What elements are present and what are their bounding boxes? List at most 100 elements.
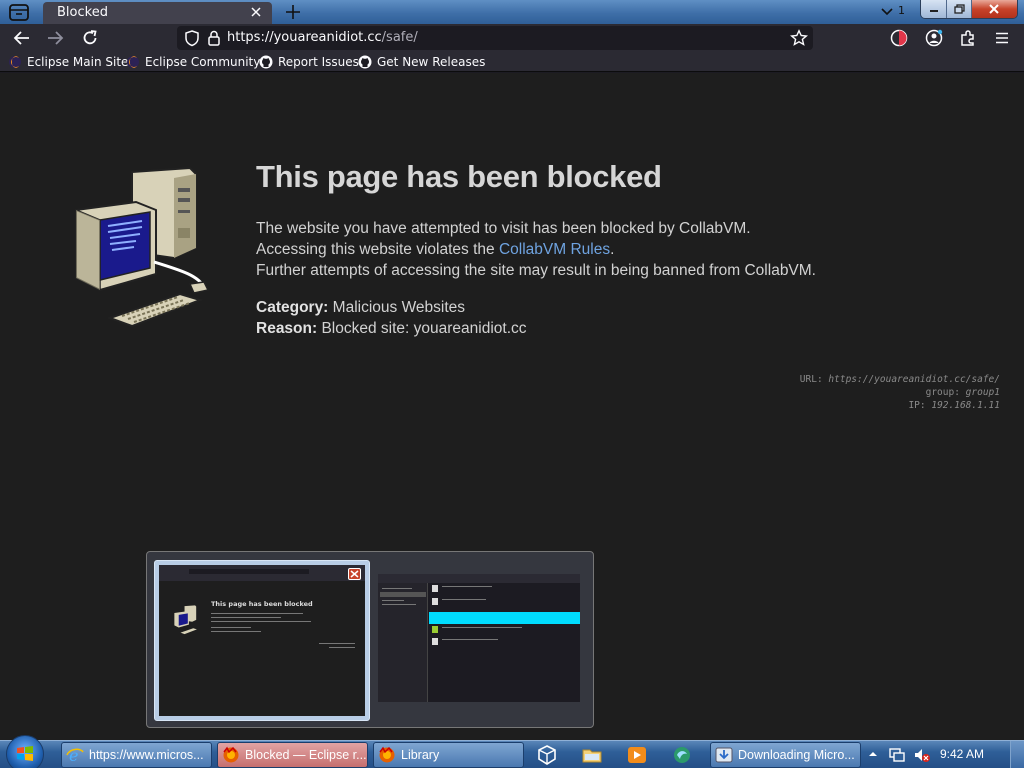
category-value: Malicious Websites bbox=[332, 299, 466, 316]
maximize-button[interactable] bbox=[947, 0, 972, 18]
minimize-button[interactable] bbox=[921, 0, 948, 18]
show-desktop-button[interactable] bbox=[1010, 741, 1024, 768]
forward-icon[interactable] bbox=[46, 29, 64, 47]
extension-badge-icon[interactable] bbox=[890, 29, 908, 47]
task-label: Downloading Micro... bbox=[738, 748, 855, 762]
minimize-icon bbox=[929, 10, 938, 12]
window-controls bbox=[920, 0, 1018, 19]
meta-ip-label: IP: bbox=[908, 400, 926, 411]
bookmarks-toolbar: Eclipse Main Site Eclipse Community Repo… bbox=[0, 52, 1024, 72]
close-tab-icon[interactable] bbox=[250, 5, 262, 19]
url-text: https://youareanidiot.cc/safe/ bbox=[227, 30, 418, 45]
firefox-icon bbox=[379, 746, 395, 763]
reload-icon[interactable] bbox=[81, 29, 99, 47]
volume-muted-icon[interactable] bbox=[913, 747, 931, 763]
list-all-tabs-button[interactable]: 1 bbox=[878, 4, 908, 19]
url-host: https://youareanidiot.cc bbox=[227, 30, 382, 45]
windows-logo-icon bbox=[17, 746, 33, 761]
download-icon bbox=[715, 747, 733, 763]
thumbnail-text-line bbox=[319, 643, 355, 644]
tab-title: Blocked bbox=[57, 5, 108, 20]
tab-blocked[interactable]: Blocked bbox=[43, 2, 272, 24]
reason-label: Reason: bbox=[256, 320, 318, 337]
task-internet-explorer[interactable]: e https://www.micros... bbox=[61, 742, 212, 768]
task-library[interactable]: Library bbox=[373, 742, 524, 768]
tab-strip: Blocked 1 bbox=[0, 0, 1024, 24]
thumbnail-library-window[interactable] bbox=[378, 574, 580, 702]
back-icon[interactable] bbox=[13, 29, 31, 47]
meta-group: group: group1 bbox=[926, 387, 1000, 398]
taskbar: e https://www.micros... Blocked — Eclips… bbox=[0, 735, 1024, 768]
thumbnail-preview: This page has been blocked bbox=[159, 565, 365, 716]
thumbnail-file-icon bbox=[432, 638, 438, 645]
extensions-icon[interactable] bbox=[959, 29, 977, 47]
thumbnail-text-line bbox=[442, 586, 492, 587]
category-label: Category: bbox=[256, 299, 329, 316]
thumbnail-browser-window[interactable]: This page has been blocked bbox=[154, 560, 370, 721]
bookmark-report-issues[interactable]: Report Issues bbox=[259, 53, 359, 71]
explorer-folder-icon[interactable] bbox=[581, 744, 603, 766]
bookmark-get-new-releases[interactable]: Get New Releases bbox=[358, 53, 485, 71]
messenger-icon[interactable] bbox=[671, 744, 693, 766]
meta-group-label: group: bbox=[925, 387, 960, 398]
meta-group-value: group1 bbox=[965, 387, 1000, 398]
taskbar-clock[interactable]: 9:42 AM bbox=[940, 747, 984, 761]
eclipse-icon bbox=[9, 56, 21, 68]
virtualbox-icon[interactable] bbox=[536, 744, 558, 766]
meta-url: URL: https://youareanidiot.cc/safe/ bbox=[800, 374, 1000, 385]
category-line: Category: Malicious Websites bbox=[256, 299, 465, 317]
eclipse-icon bbox=[127, 56, 139, 68]
thumbnail-text-line bbox=[211, 617, 281, 618]
new-tab-icon[interactable] bbox=[284, 3, 302, 21]
thumbnail-text-line bbox=[442, 639, 498, 640]
bookmark-eclipse-community[interactable]: Eclipse Community bbox=[126, 53, 260, 71]
network-icon[interactable] bbox=[888, 747, 906, 763]
firefox-icon bbox=[223, 746, 239, 763]
show-hidden-icons-icon[interactable] bbox=[867, 748, 879, 760]
shield-icon[interactable] bbox=[183, 29, 201, 47]
thumbnail-text-line bbox=[329, 647, 355, 648]
thumbnail-text-line bbox=[382, 604, 416, 605]
start-button[interactable] bbox=[6, 735, 44, 768]
close-icon bbox=[350, 570, 359, 578]
collabvm-rules-link[interactable]: CollabVM Rules bbox=[499, 241, 610, 258]
thumbnail-selected-download bbox=[429, 612, 580, 624]
bookmark-label: Report Issues bbox=[278, 55, 359, 69]
page-heading: This page has been blocked bbox=[256, 159, 662, 194]
close-icon bbox=[989, 4, 1000, 14]
task-downloading[interactable]: Downloading Micro... bbox=[710, 742, 861, 768]
blocked-message: The website you have attempted to visit … bbox=[256, 220, 751, 237]
thumbnail-heading: This page has been blocked bbox=[211, 600, 313, 608]
thumbnail-text-line bbox=[211, 631, 261, 632]
rules-message-period: . bbox=[610, 241, 615, 258]
firefox-view-icon[interactable] bbox=[8, 4, 30, 21]
thumbnail-text-line bbox=[211, 627, 251, 628]
internet-explorer-icon: e bbox=[66, 746, 84, 764]
address-bar[interactable]: https://youareanidiot.cc/safe/ bbox=[177, 26, 813, 50]
navigation-toolbar: https://youareanidiot.cc/safe/ bbox=[0, 24, 1024, 52]
task-label: Blocked — Eclipse r... bbox=[245, 748, 367, 762]
rules-message: Accessing this website violates the Coll… bbox=[256, 241, 614, 259]
github-icon bbox=[259, 55, 273, 69]
bookmark-eclipse-main-site[interactable]: Eclipse Main Site bbox=[8, 53, 128, 71]
bookmark-star-icon[interactable] bbox=[790, 29, 808, 47]
rules-message-text: Accessing this website violates the bbox=[256, 241, 499, 258]
task-label: Library bbox=[401, 748, 440, 762]
thumbnail-toolbar bbox=[378, 574, 580, 583]
reason-line: Reason: Blocked site: youareanidiot.cc bbox=[256, 320, 527, 338]
thumbnail-sidebar-selected bbox=[380, 592, 426, 597]
computer-illustration bbox=[75, 166, 210, 328]
account-icon[interactable] bbox=[925, 29, 943, 47]
thumbnail-text-line bbox=[211, 613, 303, 614]
lock-icon[interactable] bbox=[205, 29, 223, 47]
task-firefox-blocked[interactable]: Blocked — Eclipse r... bbox=[217, 742, 368, 768]
tab-count: 1 bbox=[898, 4, 905, 17]
media-player-icon[interactable] bbox=[626, 744, 648, 766]
restore-icon bbox=[954, 4, 965, 14]
reason-value: Blocked site: youareanidiot.cc bbox=[321, 320, 527, 337]
thumbnail-file-icon bbox=[432, 626, 438, 633]
menu-icon[interactable] bbox=[993, 29, 1011, 47]
close-window-button[interactable] bbox=[971, 0, 1017, 18]
thumbnail-close-button[interactable] bbox=[348, 568, 361, 580]
bookmark-label: Get New Releases bbox=[377, 55, 486, 69]
